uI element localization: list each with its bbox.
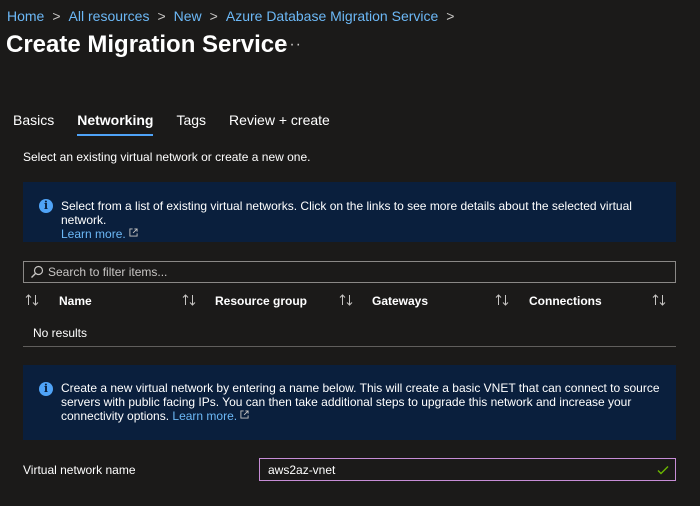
- sort-icon[interactable]: [652, 294, 666, 306]
- breadcrumb-all-resources[interactable]: All resources: [69, 8, 150, 24]
- breadcrumb-home[interactable]: Home: [7, 8, 44, 24]
- chevron-right-icon: >: [157, 8, 166, 24]
- learn-more-link-label: Learn more.: [61, 227, 126, 241]
- info-icon: i: [39, 199, 53, 213]
- filter-search-input[interactable]: [48, 265, 675, 279]
- sort-icon[interactable]: [25, 294, 39, 306]
- info-create-text: Create a new virtual network by entering…: [61, 381, 660, 423]
- search-icon: [31, 265, 44, 278]
- sort-icon[interactable]: [182, 294, 196, 306]
- learn-more-link[interactable]: Learn more.: [172, 409, 249, 423]
- networking-intro-text: Select an existing virtual network or cr…: [23, 150, 311, 164]
- chevron-right-icon: >: [209, 8, 218, 24]
- info-icon: i: [39, 382, 53, 396]
- breadcrumb-new[interactable]: New: [174, 8, 202, 24]
- vnet-name-field: [259, 458, 676, 481]
- chevron-right-icon: >: [52, 8, 61, 24]
- table-divider: [23, 346, 676, 347]
- learn-more-link-label: Learn more.: [172, 409, 238, 423]
- tab-bar: Basics Networking Tags Review + create: [13, 112, 353, 136]
- table-empty-message: No results: [33, 326, 88, 340]
- networks-table-header: Name Resource group Gateways Connections: [23, 288, 676, 312]
- tab-basics[interactable]: Basics: [13, 112, 54, 134]
- vnet-name-input[interactable]: [260, 462, 657, 477]
- chevron-right-icon: >: [446, 8, 455, 24]
- info-box-create-network: i Create a new virtual network by enteri…: [23, 365, 676, 440]
- tab-review-create[interactable]: Review + create: [229, 112, 330, 134]
- column-resource-group[interactable]: Resource group: [215, 294, 307, 308]
- breadcrumb: Home > All resources > New > Azure Datab…: [7, 6, 462, 26]
- tab-tags[interactable]: Tags: [176, 112, 206, 134]
- breadcrumb-azure-dms[interactable]: Azure Database Migration Service: [226, 8, 438, 24]
- column-name[interactable]: Name: [59, 294, 92, 308]
- column-connections[interactable]: Connections: [529, 294, 602, 308]
- valid-check-icon: [657, 465, 669, 474]
- learn-more-link[interactable]: Learn more.: [61, 227, 138, 241]
- info-box-existing-networks: i Select from a list of existing virtual…: [23, 182, 676, 242]
- tab-networking[interactable]: Networking: [77, 112, 154, 136]
- filter-search-box: [23, 261, 676, 283]
- column-gateways[interactable]: Gateways: [372, 294, 428, 308]
- sort-icon[interactable]: [339, 294, 353, 306]
- more-options-button[interactable]: ···: [283, 36, 302, 54]
- external-link-icon: [240, 410, 249, 419]
- info-existing-text: Select from a list of existing virtual n…: [61, 199, 632, 227]
- sort-icon[interactable]: [495, 294, 509, 306]
- external-link-icon: [129, 228, 138, 237]
- page-title: Create Migration Service: [6, 31, 288, 58]
- vnet-name-label: Virtual network name: [23, 463, 136, 477]
